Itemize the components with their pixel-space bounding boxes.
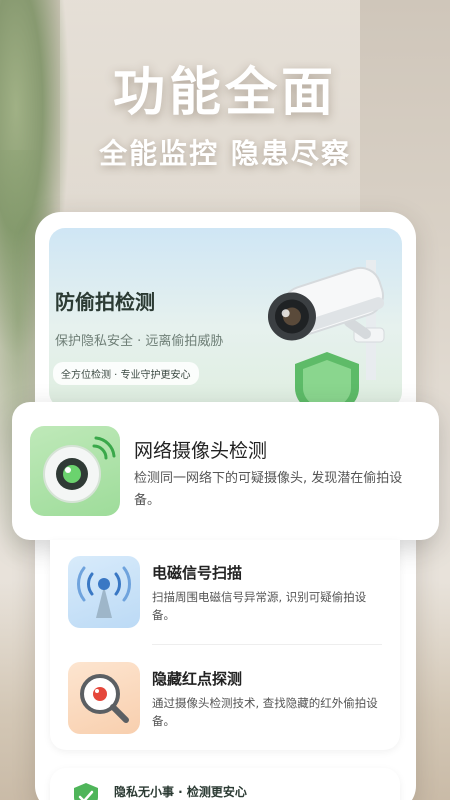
feature-card-electromagnetic-scan[interactable]: 电磁信号扫描 扫描周围电磁信号异常源, 识别可疑偷拍设备。 <box>50 544 400 645</box>
feature-list: 电磁信号扫描 扫描周围电磁信号异常源, 识别可疑偷拍设备。 隐藏红点探测 通过摄… <box>50 540 400 750</box>
hero-subtitle: 保护隐私安全 · 远离偷拍威胁 <box>55 334 224 349</box>
signal-tower-icon <box>68 556 140 628</box>
magnifier-red-dot-icon <box>68 662 140 734</box>
feature-title: 电磁信号扫描 <box>152 564 243 582</box>
feature-description: 检测同一网络下的可疑摄像头, 发现潜在偷拍设备。 <box>134 471 403 508</box>
shield-icon <box>295 352 359 408</box>
feature-card-hidden-red-dot[interactable]: 隐藏红点探测 通过摄像头检测技术, 查找隐藏的红外偷拍设备。 <box>50 650 400 746</box>
feature-title: 隐藏红点探测 <box>152 670 243 688</box>
hero-banner: 防偷拍检测 保护隐私安全 · 远离偷拍威胁 全方位检测 · 专业守护更安心 <box>49 228 402 408</box>
shield-check-icon <box>74 783 98 800</box>
feature-title: 网络摄像头检测 <box>134 440 268 462</box>
hero-title: 防偷拍检测 <box>55 290 155 314</box>
page-subheadline: 全能监控 隐患尽察 <box>99 137 351 170</box>
hero-tag: 全方位检测 · 专业守护更安心 <box>53 362 199 385</box>
footer-text: 隐私无小事 · 检测更安心 <box>114 785 247 799</box>
footer-card: 隐私无小事 · 检测更安心 <box>50 768 400 800</box>
feature-description: 扫描周围电磁信号异常源, 识别可疑偷拍设备。 <box>152 590 367 622</box>
page-headline: 功能全面 <box>112 63 337 123</box>
feature-description: 通过摄像头检测技术, 查找隐藏的红外偷拍设备。 <box>152 696 378 728</box>
eye-camera-icon <box>30 426 120 516</box>
divider <box>152 644 382 645</box>
feature-card-network-camera[interactable]: 网络摄像头检测 检测同一网络下的可疑摄像头, 发现潜在偷拍设备。 <box>12 402 439 540</box>
